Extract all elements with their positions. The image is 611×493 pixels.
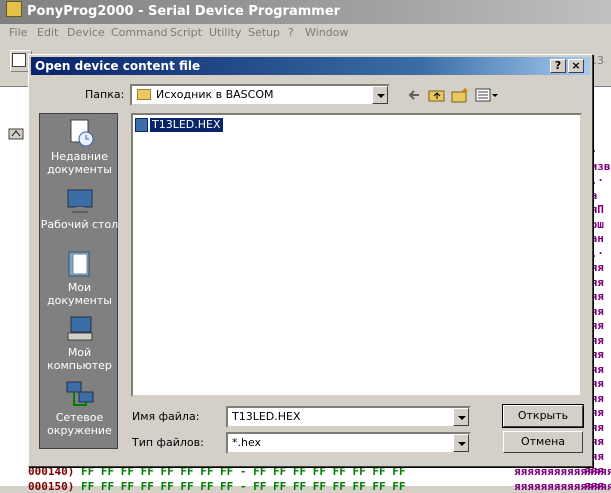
network-icon <box>65 379 95 409</box>
menu-setup[interactable]: Setup <box>248 26 280 39</box>
menu-script[interactable]: Script <box>170 26 202 39</box>
menu-command[interactable]: Command <box>111 26 168 39</box>
hex-row-address: 000150) <box>28 480 75 493</box>
place-my-documents[interactable]: Мои документы <box>40 249 119 307</box>
hex-row-bytes: FF FF FF FF FF FF FF FF - FF FF FF FF FF… <box>80 480 406 493</box>
menu-edit[interactable]: Edit <box>37 26 58 39</box>
menu-window[interactable]: Window <box>305 26 348 39</box>
app-title: PonyProg2000 - Serial Device Programmer <box>27 4 341 19</box>
my-documents-icon <box>65 249 95 279</box>
dialog-close-button[interactable]: × <box>568 59 584 73</box>
filetype-value: *.hex <box>232 436 262 449</box>
filetype-label: Тип файлов: <box>132 436 204 449</box>
hex-row-ascii: яяяяяяяяяяяяяяяя <box>514 480 611 493</box>
menu-file[interactable]: File <box>9 26 27 39</box>
menu-help[interactable]: ? <box>288 26 294 39</box>
place-recent[interactable]: Недавние документы <box>40 118 119 176</box>
place-label: Недавние документы <box>47 150 112 176</box>
desktop-icon <box>65 186 95 216</box>
recent-documents-icon <box>65 118 95 148</box>
file-name: T13LED.HEX <box>149 117 224 133</box>
place-label: Мои документы <box>47 281 112 307</box>
file-list[interactable]: T13LED.HEX <box>131 113 582 397</box>
back-arrow-icon <box>408 90 419 100</box>
app-title-bar: PonyProg2000 - Serial Device Programmer <box>0 0 611 24</box>
chevron-down-icon[interactable] <box>453 434 469 452</box>
place-label: Рабочий стол <box>40 218 119 231</box>
filetype-select[interactable]: *.hex <box>226 432 471 454</box>
lookin-value: Исходник в BASCOM <box>156 88 274 101</box>
place-network[interactable]: Сетевое окружение <box>40 379 119 437</box>
hex-row: 000150) FF FF FF FF FF FF FF FF - FF FF … <box>28 480 406 493</box>
chevron-down-icon[interactable] <box>372 86 388 104</box>
filename-value: T13LED.HEX <box>232 410 301 423</box>
lookin-combo[interactable]: Исходник в BASCOM <box>130 84 390 106</box>
app-icon <box>6 1 22 17</box>
folder-icon <box>137 89 151 100</box>
place-my-computer[interactable]: Мой компьютер <box>40 314 119 372</box>
view-list-icon <box>475 88 498 102</box>
place-desktop[interactable]: Рабочий стол <box>40 186 119 231</box>
menu-device[interactable]: Device <box>67 26 105 39</box>
cancel-button[interactable]: Отмена <box>503 431 583 453</box>
places-bar: Недавние документы Рабочий стол Мои доку… <box>39 113 118 449</box>
menu-bar: File Edit Device Command Script Utility … <box>0 24 611 42</box>
my-computer-icon <box>65 314 95 344</box>
lookin-label: Папка: <box>85 88 125 101</box>
dialog-title-bar[interactable]: Open device content file <box>31 57 590 75</box>
chevron-down-icon[interactable] <box>453 408 469 426</box>
place-label: Мой компьютер <box>47 346 112 372</box>
up-folder-icon <box>428 90 445 102</box>
back-button[interactable] <box>406 87 422 103</box>
dialog-help-button[interactable]: ? <box>550 59 566 73</box>
new-folder-icon <box>451 88 468 103</box>
hex-file-icon <box>135 118 148 132</box>
dialog-title: Open device content file <box>35 59 201 73</box>
menu-utility[interactable]: Utility <box>209 26 241 39</box>
view-menu-button[interactable] <box>475 87 499 103</box>
filename-input[interactable]: T13LED.HEX <box>226 406 471 428</box>
open-button[interactable]: Открыть <box>502 404 584 428</box>
open-file-dialog: Open device content file ? × Папка: Исхо… <box>28 54 593 467</box>
new-folder-button[interactable] <box>451 87 469 103</box>
place-label: Сетевое окружение <box>47 411 112 437</box>
cursor-icon <box>8 127 24 141</box>
document-icon <box>12 53 26 67</box>
filename-label: Имя файла: <box>132 410 200 423</box>
up-folder-button[interactable] <box>428 87 446 103</box>
